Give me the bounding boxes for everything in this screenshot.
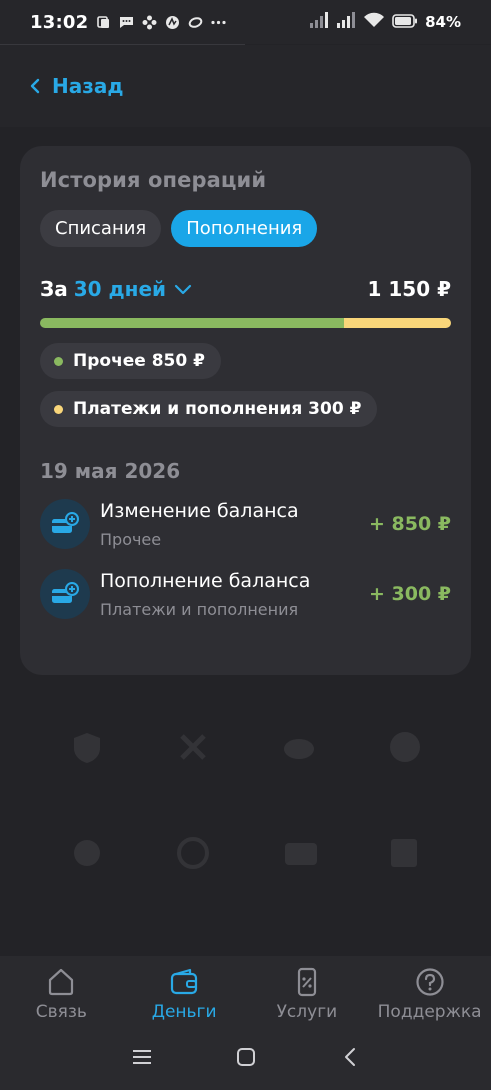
message-icon [119,15,134,30]
battery-icon [392,13,418,32]
nav-item-uslugi[interactable]: Услуги [247,966,367,1032]
period-prefix: За [40,277,68,301]
category-dot [54,404,63,414]
background-tools-icon [180,734,206,760]
category-chips: Прочее 850 ₽ Платежи и пополнения 300 ₽ [40,343,451,427]
nav-label: Поддержка [377,1002,482,1022]
period-total: 1 150 ₽ [367,277,451,301]
operation-amount: + 850 ₽ [368,513,451,535]
more-icon [211,15,226,30]
date-group-label: 19 мая 2026 [40,459,181,483]
square-icon [236,1048,255,1066]
status-bar: 13:02 84% [0,0,491,44]
tab-topups[interactable]: Пополнения [171,210,318,247]
nav-label: Услуги [276,1002,338,1022]
battery-level: 84% [425,13,461,31]
header: Назад [0,45,491,127]
wifi-icon [363,12,385,32]
help-icon [416,968,444,996]
tab-withdrawals[interactable]: Списания [40,210,162,247]
background-refresh-icon [177,837,209,869]
wallet-icon [171,968,198,995]
bottom-navigation: Связь Деньги Услуги Поддержка [0,956,491,1090]
chevron-left-icon [30,78,40,94]
nav-item-svyaz[interactable]: Связь [1,966,121,1032]
link-icon [188,15,203,30]
nav-item-dengi[interactable]: Деньги [124,966,244,1032]
category-chip-other[interactable]: Прочее 850 ₽ [40,343,221,379]
operation-title: Пополнение баланса [100,569,311,592]
home-button[interactable] [234,1045,258,1069]
system-back-button[interactable] [338,1045,362,1069]
category-chip-label: Прочее 850 ₽ [73,351,205,371]
operation-row[interactable]: Пополнение баланса Платежи и пополнения … [40,569,451,619]
wallet-plus-icon [40,569,90,619]
background-globe-icon [74,840,100,866]
nav-item-podderzhka[interactable]: Поддержка [370,966,490,1032]
operation-category: Прочее [100,529,162,549]
background-shield-icon [74,733,100,763]
period-row: За 30 дней 1 150 ₽ [40,277,451,301]
bar-segment-other [40,318,344,328]
period-selector[interactable]: За 30 дней [40,277,192,301]
background-cloud-icon [284,739,314,759]
services-icon [297,967,316,997]
chevron-down-icon [174,284,192,294]
notification-icons [96,15,226,30]
home-icon [49,968,74,996]
background-card-icon [285,843,317,865]
back-label: Назад [52,74,124,98]
category-chip-label: Платежи и пополнения 300 ₽ [73,399,362,419]
background-play-icon [390,732,420,762]
operation-title: Изменение баланса [100,499,299,522]
wallet-plus-icon [40,499,90,549]
status-time: 13:02 [30,11,89,33]
operation-type-tabs: Списания Пополнения [40,210,451,247]
system-navigation-bar [0,1032,491,1082]
recent-apps-button[interactable] [130,1045,154,1069]
app-icon [165,15,180,30]
background-doc-icon [391,839,417,867]
operation-amount: + 300 ₽ [368,583,451,605]
card-title: История операций [40,168,267,192]
category-dot [54,356,63,366]
menu-icon [132,1050,151,1064]
operations-history-card: История операций Списания Пополнения За … [20,146,471,675]
period-value: 30 дней [73,277,167,301]
game-icon [142,15,157,30]
operation-row[interactable]: Изменение баланса Прочее + 850 ₽ [40,499,451,549]
category-chip-payments[interactable]: Платежи и пополнения 300 ₽ [40,391,378,427]
back-arrow-icon [344,1048,355,1066]
category-progress-bar [40,318,451,328]
nav-label: Связь [35,1002,87,1022]
copy-icon [96,15,111,30]
operation-category: Платежи и пополнения [100,599,299,619]
nav-label: Деньги [151,1002,217,1022]
signal-icon-2 [336,12,356,32]
signal-icon [309,12,329,32]
back-button[interactable]: Назад [30,74,124,98]
bar-segment-payments [343,318,451,328]
